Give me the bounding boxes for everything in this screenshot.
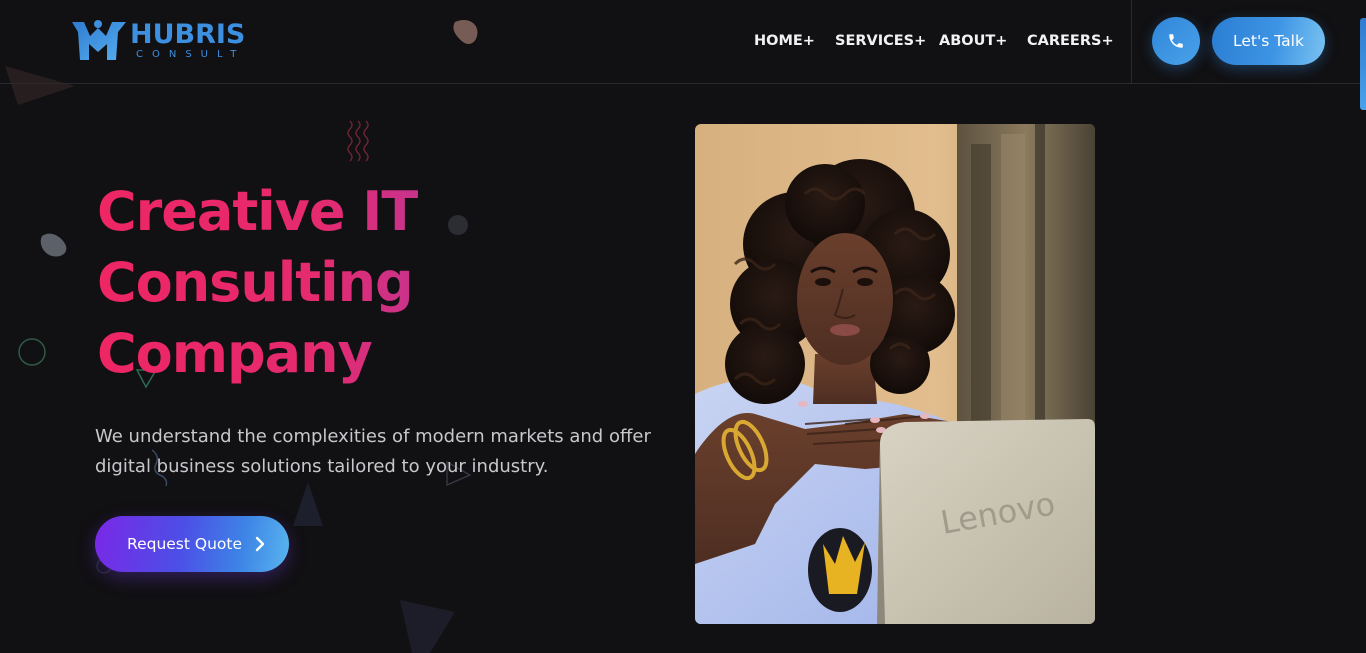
hero-title: Creative IT Consulting Company	[97, 176, 657, 389]
request-quote-button[interactable]: Request Quote	[95, 516, 289, 572]
hero-description: We understand the complexities of modern…	[95, 426, 651, 477]
hero-photo-illustration: Lenovo	[695, 124, 1095, 624]
request-quote-label: Request Quote	[127, 535, 243, 553]
site-header: HUBRIS CONSULT HOME+ SERVICES+ ABOUT+ CA…	[0, 0, 1366, 84]
logo[interactable]: HUBRIS CONSULT	[70, 18, 270, 64]
scroll-indicator	[1360, 18, 1366, 110]
hero-title-line-2: Consulting	[97, 251, 413, 314]
nav-item-home[interactable]: HOME+	[754, 31, 835, 51]
page: HUBRIS CONSULT HOME+ SERVICES+ ABOUT+ CA…	[0, 0, 1366, 653]
hubris-logo-mark-icon	[72, 20, 126, 60]
brand-tagline: CONSULT	[136, 49, 246, 60]
nav-item-about[interactable]: ABOUT+	[939, 31, 1027, 51]
hero-title-line-1: Creative IT	[97, 180, 418, 243]
main-nav: HOME+ SERVICES+ ABOUT+ CAREERS+	[754, 31, 1114, 51]
nav-item-services[interactable]: SERVICES+	[835, 31, 939, 51]
brand-name: HUBRIS	[130, 19, 246, 50]
chevron-right-icon	[255, 536, 265, 552]
header-divider	[1131, 0, 1132, 83]
hero-title-line-3: Company	[97, 322, 372, 385]
lets-talk-button[interactable]: Let's Talk	[1212, 17, 1325, 65]
nav-item-careers[interactable]: CAREERS+	[1027, 31, 1114, 51]
hero-photo: Lenovo	[695, 124, 1095, 624]
phone-button[interactable]	[1152, 17, 1200, 65]
phone-icon	[1169, 34, 1183, 48]
